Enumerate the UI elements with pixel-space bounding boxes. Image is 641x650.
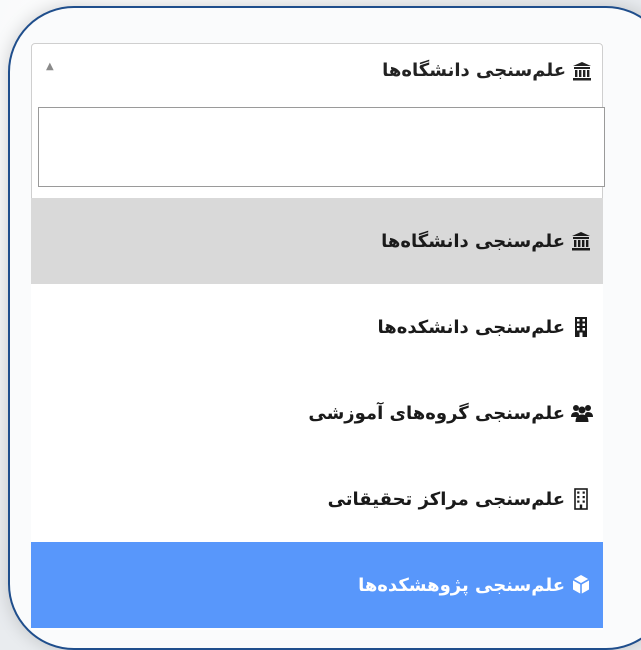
select-header[interactable]: ▲ علم‌سنجی دانشگاه‌ها [31, 43, 603, 99]
options-list: علم‌سنجی دانشگاه‌ها علم‌سنجی دانشکده‌ها [31, 198, 603, 628]
cube-icon [571, 574, 591, 596]
building-outline-icon [571, 488, 591, 510]
category-select[interactable]: ▲ علم‌سنجی دانشگاه‌ها علم‌سنجی دانشگاه‌ه… [31, 43, 605, 630]
selected-value-label: علم‌سنجی دانشگاه‌ها [382, 60, 566, 81]
option-label: علم‌سنجی گروه‌های آموزشی [308, 402, 565, 424]
building-icon [571, 316, 591, 338]
selected-value[interactable]: علم‌سنجی دانشگاه‌ها [382, 60, 592, 81]
search-input[interactable] [38, 107, 605, 187]
users-icon [571, 402, 593, 424]
option-label: علم‌سنجی مراکز تحقیقاتی [327, 488, 565, 510]
option-faculties[interactable]: علم‌سنجی دانشکده‌ها [31, 284, 603, 370]
option-research-institutes[interactable]: علم‌سنجی پژوهشکده‌ها [31, 542, 603, 628]
search-area [31, 98, 605, 198]
university-icon [571, 230, 591, 252]
option-label: علم‌سنجی پژوهشکده‌ها [358, 574, 565, 596]
option-universities[interactable]: علم‌سنجی دانشگاه‌ها [31, 198, 603, 284]
university-icon [572, 61, 592, 81]
caret-up-icon[interactable]: ▲ [46, 61, 54, 72]
option-research-centers[interactable]: علم‌سنجی مراکز تحقیقاتی [31, 456, 603, 542]
option-departments[interactable]: علم‌سنجی گروه‌های آموزشی [31, 370, 603, 456]
option-label: علم‌سنجی دانشگاه‌ها [381, 230, 565, 252]
option-label: علم‌سنجی دانشکده‌ها [377, 316, 565, 338]
